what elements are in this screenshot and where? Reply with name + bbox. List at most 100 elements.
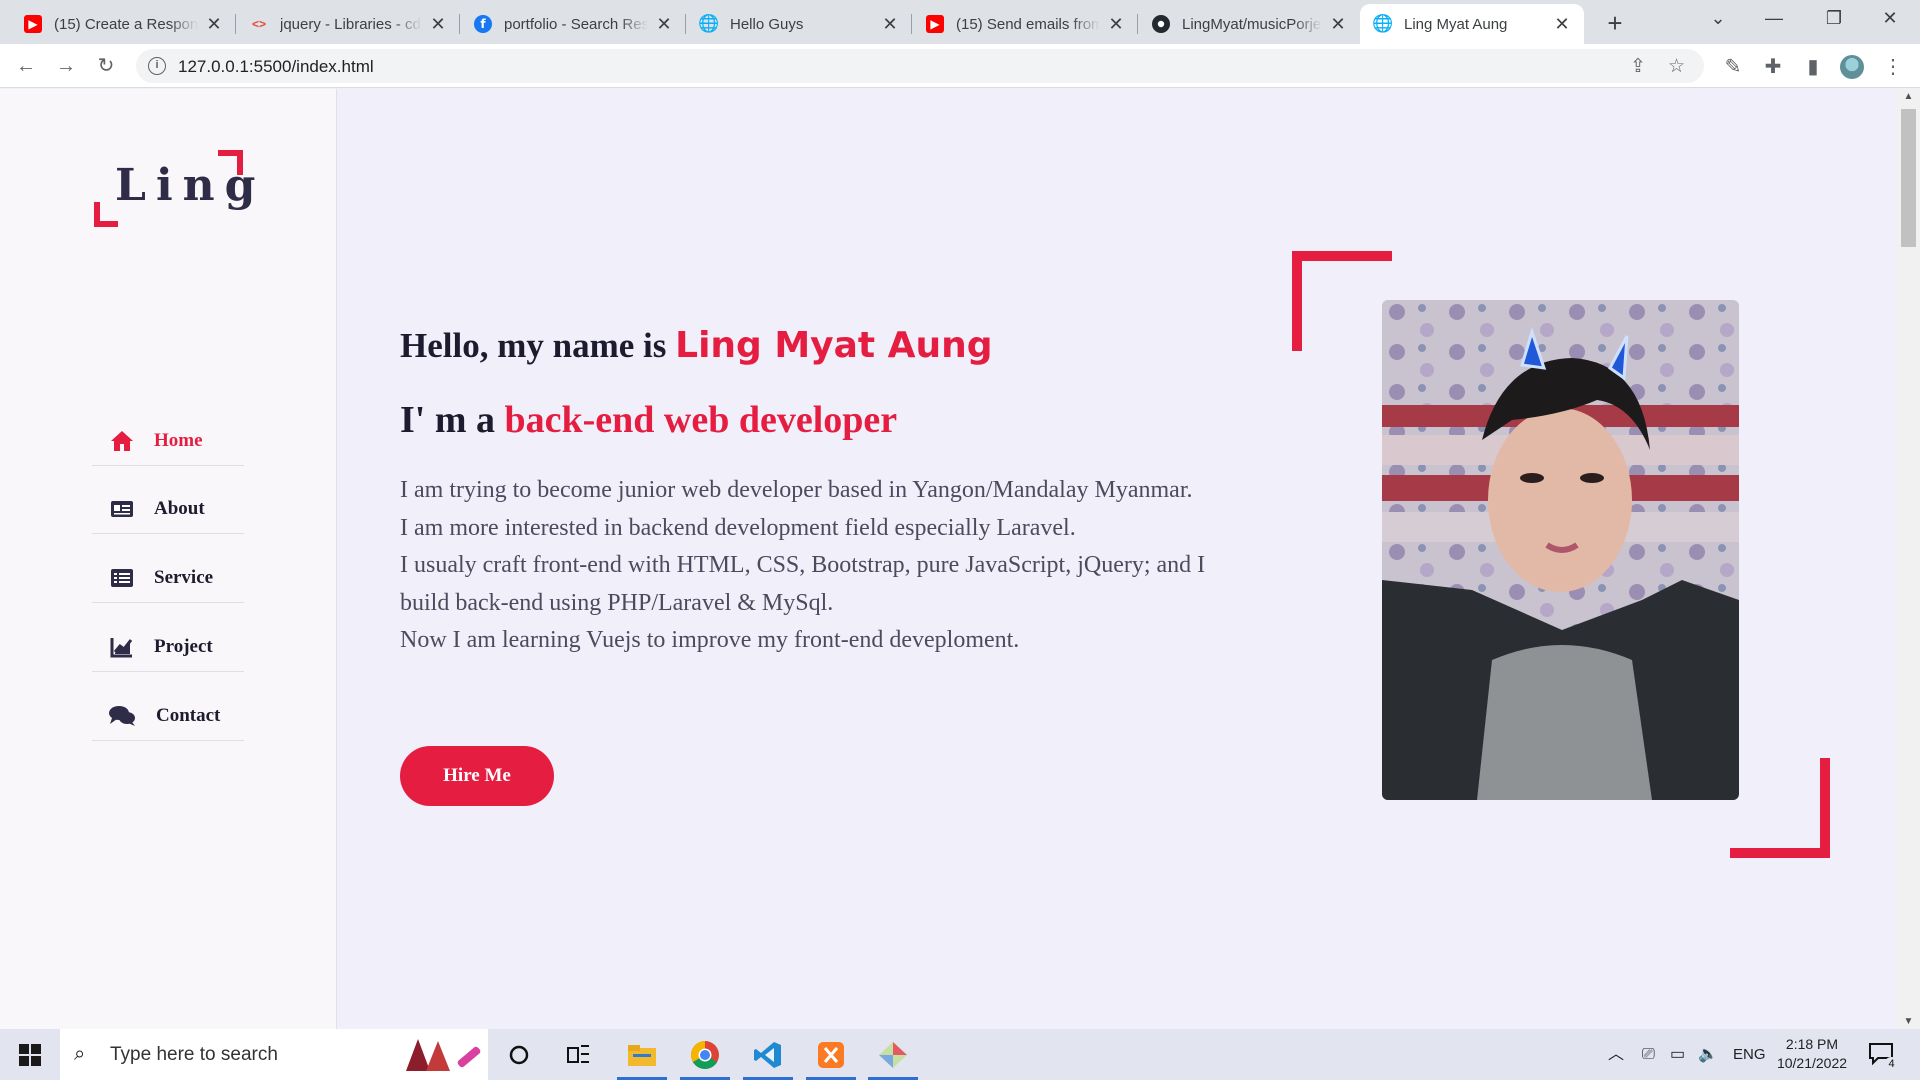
id-card-icon <box>108 498 136 520</box>
home-icon <box>108 430 136 452</box>
scroll-up-icon[interactable]: ▲ <box>1897 91 1920 102</box>
bio-line: I am more interested in backend developm… <box>400 514 1076 541</box>
share-icon[interactable]: ⇪ <box>1630 55 1646 78</box>
greeting-heading: Hello, my name is Ling Myat Aung <box>400 325 993 366</box>
photo-frame-bottom-right <box>1730 758 1830 858</box>
battery-icon[interactable]: ▭ <box>1670 1029 1685 1080</box>
new-tab-button[interactable]: + <box>1598 6 1632 40</box>
photo-frame-top-left <box>1292 251 1392 351</box>
role-heading: I' m a back-end web developer <box>400 398 897 442</box>
clock-date: 10/21/2022 <box>1776 1055 1848 1071</box>
url-text[interactable]: 127.0.0.1:5500/index.html <box>178 57 374 77</box>
search-highlight-icon <box>396 1035 486 1080</box>
nav-item-contact[interactable]: Contact <box>92 691 244 741</box>
browser-tab[interactable]: ▶ (15) Send emails from ✕ <box>912 4 1138 44</box>
browser-tab[interactable]: ▶ (15) Create a Respons ✕ <box>10 4 236 44</box>
youtube-icon: ▶ <box>926 15 944 33</box>
notification-count-badge: 4 <box>1884 1057 1899 1072</box>
taskbar-clock[interactable]: 2:18 PM 10/21/2022 <box>1770 1035 1854 1073</box>
close-tab-icon[interactable]: ✕ <box>654 14 674 35</box>
site-info-icon[interactable]: i <box>148 57 166 75</box>
close-tab-icon[interactable]: ✕ <box>204 14 224 35</box>
bio-text: I am trying to become junior web develop… <box>400 472 1260 660</box>
nav-label: About <box>154 497 205 519</box>
close-tab-icon[interactable]: ✕ <box>880 14 900 35</box>
language-indicator[interactable]: ENG <box>1733 1029 1766 1080</box>
nav-item-project[interactable]: Project <box>92 622 244 672</box>
nav-item-service[interactable]: Service <box>92 553 244 603</box>
vscode-icon[interactable] <box>739 1029 797 1080</box>
youtube-icon: ▶ <box>24 15 42 33</box>
tab-title: Hello Guys <box>730 15 804 33</box>
extensions-puzzle-icon[interactable]: ✚ <box>1760 54 1786 79</box>
nav-label: Home <box>154 429 203 451</box>
cortana-icon[interactable] <box>490 1029 548 1080</box>
close-tab-icon[interactable]: ✕ <box>1328 14 1348 35</box>
facebook-icon: f <box>474 15 492 33</box>
close-tab-icon[interactable]: ✕ <box>1552 14 1572 35</box>
browser-tab[interactable]: <> jquery - Libraries - cdn ✕ <box>236 4 460 44</box>
nav-label: Service <box>154 566 214 588</box>
git-gui-icon[interactable] <box>864 1029 922 1080</box>
profile-avatar[interactable] <box>1840 55 1864 79</box>
tab-title: jquery - Libraries - cdn <box>280 15 422 33</box>
network-icon[interactable]: ⎚ <box>1642 1029 1655 1080</box>
close-window-icon[interactable]: ✕ <box>1862 0 1918 36</box>
browser-tab-active[interactable]: 🌐 Ling Myat Aung ✕ <box>1360 4 1584 44</box>
close-tab-icon[interactable]: ✕ <box>1106 14 1126 35</box>
side-panel-icon[interactable]: ▮ <box>1800 54 1826 79</box>
nav-item-home[interactable]: Home <box>92 416 244 466</box>
logo[interactable]: Ling <box>115 160 265 211</box>
nav-label: Project <box>154 635 213 657</box>
hire-me-button[interactable]: Hire Me <box>400 746 554 806</box>
browser-tab[interactable]: f portfolio - Search Res ✕ <box>460 4 686 44</box>
forward-arrow-icon[interactable]: → <box>50 50 82 82</box>
volume-icon[interactable]: 🔈 <box>1698 1029 1718 1080</box>
globe-icon: 🌐 <box>698 14 720 33</box>
bio-line: Now I am learning Vuejs to improve my fr… <box>400 627 1020 653</box>
tab-title: LingMyat/musicPorjec <box>1182 15 1322 33</box>
github-icon <box>1152 15 1170 33</box>
chrome-icon[interactable] <box>676 1029 734 1080</box>
hero-name: Ling Myat Aung <box>675 325 993 366</box>
scrollbar-thumb[interactable] <box>1901 109 1916 247</box>
xampp-icon[interactable] <box>802 1029 860 1080</box>
profile-photo <box>1382 300 1739 800</box>
nav-item-about[interactable]: About <box>92 484 244 534</box>
back-arrow-icon[interactable]: ← <box>10 50 42 82</box>
file-explorer-icon[interactable] <box>613 1029 671 1080</box>
tab-title: (15) Send emails from <box>956 15 1100 33</box>
windows-start-icon[interactable] <box>0 1029 60 1080</box>
menu-kebab-icon[interactable]: ⋮ <box>1880 54 1906 79</box>
nav-label: Contact <box>156 704 221 726</box>
minimize-icon[interactable]: — <box>1746 0 1802 36</box>
role-title: back-end web developer <box>504 399 898 441</box>
browser-tab[interactable]: LingMyat/musicPorjec ✕ <box>1138 4 1360 44</box>
browser-tab-bar: ▶ (15) Create a Respons ✕ <> jquery - Li… <box>0 0 1920 44</box>
bookmark-star-icon[interactable]: ☆ <box>1668 55 1685 78</box>
search-icon: ⌕ <box>74 1043 86 1065</box>
tab-search-chevron-icon[interactable]: ⌄ <box>1690 0 1746 36</box>
tab-title: portfolio - Search Res <box>504 15 648 33</box>
browser-tab[interactable]: 🌐 Hello Guys ✕ <box>686 4 912 44</box>
scroll-down-icon[interactable]: ▼ <box>1897 1016 1920 1027</box>
chart-icon <box>108 636 136 658</box>
bio-line: I am trying to become junior web develop… <box>400 477 1193 503</box>
bio-line: I usualy craft front-end with HTML, CSS,… <box>400 552 1206 616</box>
globe-icon: 🌐 <box>1372 14 1394 33</box>
greeting-prefix: Hello, my name is <box>400 326 667 365</box>
reload-icon[interactable]: ↻ <box>90 50 122 82</box>
task-view-icon[interactable] <box>550 1029 608 1080</box>
clock-time: 2:18 PM <box>1785 1036 1839 1052</box>
address-bar[interactable]: i 127.0.0.1:5500/index.html ⇪ ☆ <box>136 49 1704 83</box>
close-tab-icon[interactable]: ✕ <box>428 14 448 35</box>
extension-pen-icon[interactable]: ✎ <box>1720 54 1746 79</box>
code-icon: <> <box>251 17 266 31</box>
browser-toolbar: ← → ↻ i 127.0.0.1:5500/index.html ⇪ ☆ ✎ … <box>0 44 1920 88</box>
windows-taskbar: ⌕ Type here to search ︿ ⎚ ▭ 🔈 ENG 2:18 P… <box>0 1029 1920 1080</box>
tray-chevron-up-icon[interactable]: ︿ <box>1608 1029 1624 1080</box>
vertical-scrollbar[interactable]: ▲ ▼ <box>1897 89 1920 1029</box>
list-icon <box>108 567 136 589</box>
restore-icon[interactable]: ❐ <box>1806 0 1862 36</box>
taskbar-search-box[interactable]: ⌕ Type here to search <box>60 1029 488 1080</box>
